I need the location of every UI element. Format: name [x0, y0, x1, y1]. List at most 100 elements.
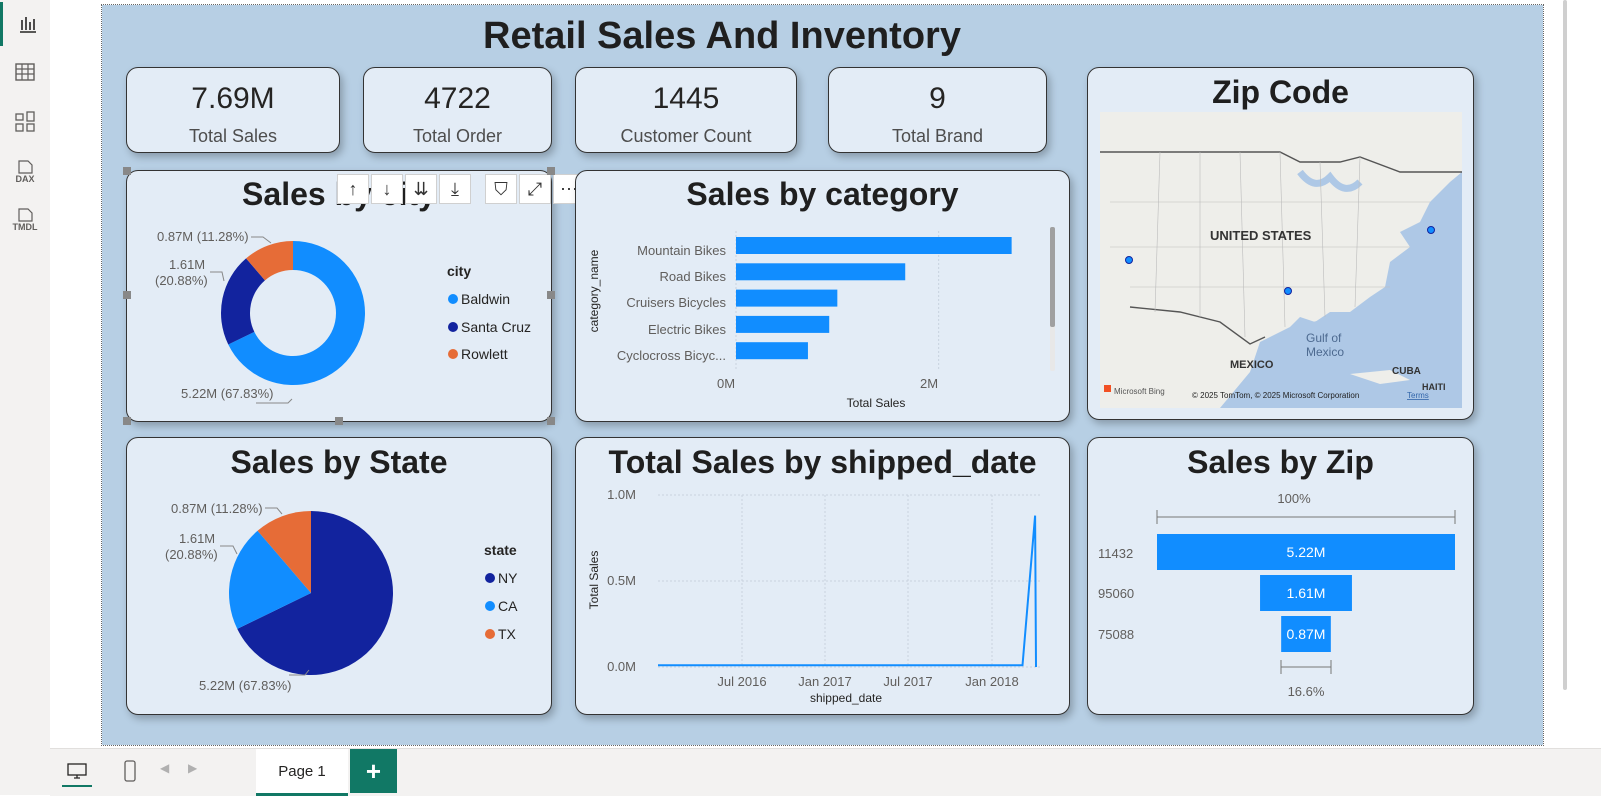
cat-label-1: Road Bikes [660, 269, 727, 284]
category-bar[interactable] [736, 342, 808, 360]
resize-handle[interactable] [123, 417, 131, 425]
zip-cat-1: 95060 [1098, 586, 1134, 601]
map-point-95060[interactable] [1125, 256, 1133, 264]
resize-handle[interactable] [547, 167, 555, 175]
map-terms-link[interactable]: Terms [1407, 391, 1429, 400]
kpi-card-total-brand[interactable]: 9 Total Brand [828, 67, 1047, 153]
kpi-value: 7.69M [191, 82, 275, 115]
category-bar[interactable] [736, 289, 838, 307]
category-bar[interactable] [736, 315, 830, 333]
resize-handle[interactable] [547, 291, 555, 299]
kpi-value: 1445 [652, 82, 720, 115]
cat-label-3: Electric Bikes [648, 322, 727, 337]
cat-ylabel: category_name [587, 249, 601, 332]
category-bar[interactable] [736, 263, 906, 281]
city-label-santacruz-1: 1.61M [169, 257, 205, 272]
kpi-card-total-order[interactable]: 4722 Total Order [363, 67, 552, 153]
city-leader-line-3 [210, 271, 225, 282]
model-view-icon[interactable] [0, 100, 50, 144]
ship-ytick-1: 0.5M [607, 573, 636, 588]
next-page-icon[interactable]: ▶ [188, 761, 197, 775]
legend-swatch-ca [485, 601, 495, 611]
legend-item-rowlett[interactable]: Rowlett [461, 346, 508, 362]
cat-xtick-0: 0M [717, 376, 735, 391]
category-scrollbar-thumb[interactable] [1050, 227, 1055, 327]
legend-item-tx[interactable]: TX [498, 626, 517, 642]
legend-item-ca[interactable]: CA [498, 598, 518, 614]
ship-ylabel: Total Sales [587, 551, 601, 610]
canvas-scrollbar[interactable] [1563, 0, 1567, 690]
map-label-mexico: MEXICO [1230, 359, 1274, 371]
add-page-button[interactable]: + [350, 749, 397, 793]
state-pie-chart: 5.22M (67.83%) 0.87M (11.28%) 1.61M (20.… [165, 501, 518, 693]
legend-item-ny[interactable]: NY [498, 570, 518, 586]
zip-top-percent: 100% [1277, 491, 1311, 506]
ship-xlabel: shipped_date [810, 691, 882, 705]
state-label-ca-1: 1.61M [179, 531, 215, 546]
map-card-zip-code[interactable]: Zip Code UNITED STATES MEXICO Gulf of Me… [1087, 67, 1474, 420]
resize-handle[interactable] [335, 417, 343, 425]
resize-handle[interactable] [123, 167, 131, 175]
ship-xtick-1: Jan 2017 [798, 674, 852, 689]
page-navigation-bar: ◀ ▶ Page 1 + [50, 748, 1601, 796]
state-legend: NY CA TX [485, 570, 518, 642]
report-page: Retail Sales And Inventory 7.69M Total S… [101, 4, 1544, 746]
cat-label-2: Cruisers Bicycles [626, 295, 726, 310]
shipped-series-line[interactable] [658, 515, 1037, 668]
chart-card-sales-by-category[interactable]: Sales by category 0M 2M Total Sales cate… [575, 170, 1070, 422]
state-label-tx: 0.87M (11.28%) [171, 501, 263, 516]
chart-card-sales-by-zip[interactable]: Sales by Zip 100% 5.22M 1.61M 0.87M 11432 … [1087, 437, 1474, 715]
tmdl-view-icon[interactable]: TMDL [0, 198, 50, 242]
resize-handle[interactable] [123, 291, 131, 299]
legend-swatch-tx [485, 629, 495, 639]
prev-page-icon[interactable]: ◀ [160, 761, 169, 775]
legend-item-santacruz[interactable]: Santa Cruz [461, 319, 531, 335]
ship-ytick-0: 0.0M [607, 659, 636, 674]
city-legend-title: city [447, 263, 471, 279]
kpi-label: Total Brand [891, 126, 984, 146]
page-tab-1[interactable]: Page 1 [256, 749, 348, 796]
cat-label-0: Mountain Bikes [637, 243, 726, 258]
bing-logo-icon [1104, 385, 1111, 392]
chart-card-sales-by-shipped-date[interactable]: Total Sales by shipped_date 0.0M 0.5M 1.… [575, 437, 1070, 715]
city-label-santacruz-2: (20.88%) [155, 273, 208, 288]
chart-card-sales-by-city[interactable]: Sales by city ↑ ↓ ⇊ ⤓ ⛉ ⤢ ⋯ 5.22M (67.83… [123, 167, 585, 425]
left-view-rail: DAX TMDL [0, 0, 51, 795]
legend-swatch-santacruz [448, 322, 458, 332]
kpi-label: Total Order [412, 126, 503, 146]
map-title: Zip Code [1212, 74, 1349, 110]
kpi-value: 4722 [424, 82, 491, 115]
kpi-card-customer-count[interactable]: 1445 Customer Count [575, 67, 797, 153]
chart-card-sales-by-state[interactable]: Sales by State 5.22M (67.83%) 0.87M (11.… [126, 437, 552, 715]
table-view-icon[interactable] [0, 50, 50, 94]
resize-handle[interactable] [547, 417, 555, 425]
map-view[interactable]: UNITED STATES MEXICO Gulf of Mexico CUBA… [1100, 112, 1462, 408]
city-leader-line-2 [251, 236, 272, 244]
cat-xlabel: Total Sales [847, 396, 906, 410]
state-label-ny: 5.22M (67.83%) [199, 678, 292, 693]
dax-query-view-icon[interactable]: DAX [0, 150, 50, 194]
zip-value-label: 5.22M [1287, 544, 1326, 560]
tmdl-label: TMDL [12, 222, 38, 232]
cat-xtick-1: 2M [920, 376, 938, 391]
map-point-11432[interactable] [1427, 226, 1435, 234]
legend-item-baldwin[interactable]: Baldwin [461, 291, 510, 307]
legend-swatch-rowlett [448, 349, 458, 359]
ship-ytick-2: 1.0M [607, 487, 636, 502]
map-svg: UNITED STATES MEXICO Gulf of Mexico CUBA… [1100, 112, 1462, 408]
map-point-75088[interactable] [1284, 287, 1292, 295]
map-label-gulf-1: Gulf of [1306, 331, 1342, 345]
zip-top-bracket [1156, 510, 1456, 524]
ship-xtick-2: Jul 2017 [883, 674, 932, 689]
report-view-icon[interactable] [0, 2, 53, 46]
kpi-card-total-sales[interactable]: 7.69M Total Sales [126, 67, 340, 153]
city-label-baldwin: 5.22M (67.83%) [181, 386, 274, 401]
state-label-ca-2: (20.88%) [165, 547, 218, 562]
zip-cat-2: 75088 [1098, 627, 1134, 642]
zip-bottom-percent: 16.6% [1288, 684, 1325, 699]
state-leader-line-2 [265, 507, 283, 515]
desktop-layout-icon[interactable] [62, 757, 92, 787]
category-bar[interactable] [736, 237, 1012, 254]
mobile-layout-icon[interactable] [120, 757, 140, 785]
map-label-gulf-2: Mexico [1306, 345, 1344, 359]
